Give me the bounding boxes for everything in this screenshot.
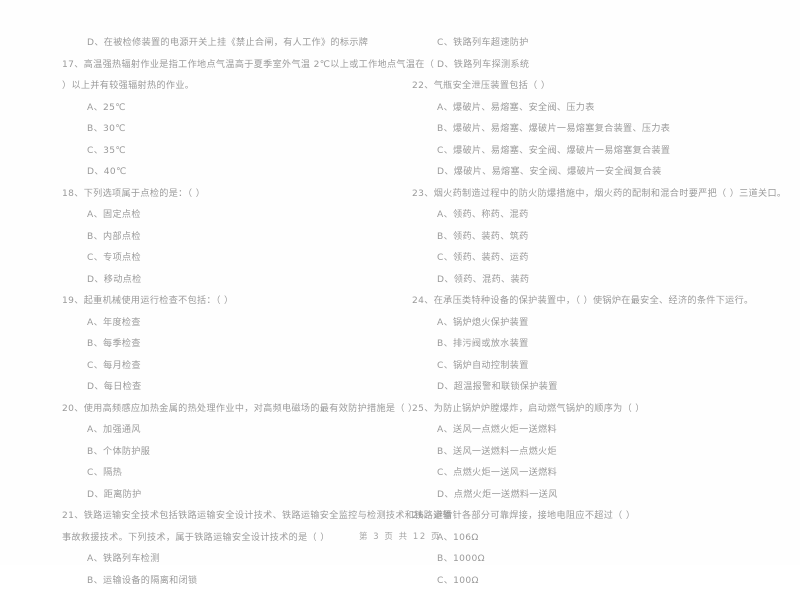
question-24-option-b: B、排污阀或放水装置 — [412, 334, 780, 356]
question-23-option-d: D、领药、混药、装药 — [412, 270, 780, 292]
left-column: D、在被检修装置的电源开关上挂《禁止合闸，有人工作》的标示牌 17、高温强热辐射… — [0, 33, 400, 513]
question-18-option-b: B、内部点检 — [62, 227, 382, 249]
question-20-option-a: A、加强通风 — [62, 420, 382, 442]
question-24-option-d: D、超温报警和联锁保护装置 — [412, 377, 780, 399]
question-17: 17、高温强热辐射作业是指工作地点气温高于夏季室外气温 2℃以上或工作地点气温在… — [62, 55, 382, 184]
question-24-option-a: A、锅炉熄火保护装置 — [412, 313, 780, 335]
question-24: 24、在承压类特种设备的保护装置中，（ ）使锅炉在最安全、经济的条件下运行。 A… — [412, 291, 780, 399]
question-26-option-b: B、1000Ω — [412, 549, 780, 571]
question-22-option-b: B、爆破片、易熔塞、爆破片一易熔塞复合装置、压力表 — [412, 119, 780, 141]
right-column: C、铁路列车超速防护 D、铁路列车探测系统 22、气瓶安全泄压装置包括（ ） A… — [400, 33, 800, 513]
question-23-option-a: A、领药、称药、混药 — [412, 205, 780, 227]
question-18-option-c: C、专项点检 — [62, 248, 382, 270]
question-20-option-d: D、距离防护 — [62, 485, 382, 507]
question-26-option-c: C、100Ω — [412, 571, 780, 592]
question-22-option-a: A、爆破片、易熔塞、安全阀、压力表 — [412, 98, 780, 120]
question-17-stem-line-2: ）以上并有较强辐射热的作业。 — [62, 76, 382, 98]
question-25: 25、为防止锅炉炉膛爆炸，启动燃气锅炉的顺序为（ ） A、送风一点燃火炬一送燃料… — [412, 399, 780, 507]
question-22-option-d: D、爆破片、易熔塞、安全阀、爆破片一安全阀复合装 — [412, 162, 780, 184]
question-25-option-c: C、点燃火炬一送风一送燃料 — [412, 463, 780, 485]
exam-page: D、在被检修装置的电源开关上挂《禁止合闸，有人工作》的标示牌 17、高温强热辐射… — [0, 0, 800, 565]
question-22: 22、气瓶安全泄压装置包括（ ） A、爆破片、易熔塞、安全阀、压力表 B、爆破片… — [412, 76, 780, 184]
question-21: 21、铁路运输安全技术包括铁路运输安全设计技术、铁路运输安全监控与检测技术和铁路… — [62, 506, 382, 592]
question-25-option-d: D、点燃火炬一送燃料一送风 — [412, 485, 780, 507]
question-20-option-c: C、隔热 — [62, 463, 382, 485]
question-18: 18、下列选项属于点检的是：（ ） A、固定点检 B、内部点检 C、专项点检 D… — [62, 184, 382, 292]
two-column-body: D、在被检修装置的电源开关上挂《禁止合闸，有人工作》的标示牌 17、高温强热辐射… — [0, 33, 800, 513]
question-23-option-c: C、领药、装药、运药 — [412, 248, 780, 270]
question-21-option-c: C、铁路列车超速防护 — [412, 33, 780, 55]
question-22-stem: 22、气瓶安全泄压装置包括（ ） — [412, 76, 780, 98]
question-22-option-c: C、爆破片、易熔塞、安全阀、爆破片一易熔塞复合装置 — [412, 141, 780, 163]
question-20-stem: 20、使用高频感应加热金属的热处理作业中，对高频电磁场的最有效防护措施是（ ） — [62, 399, 382, 421]
question-19-option-c: C、每月检查 — [62, 356, 382, 378]
question-17-stem-line-1: 17、高温强热辐射作业是指工作地点气温高于夏季室外气温 2℃以上或工作地点气温在… — [62, 55, 382, 77]
question-25-option-b: B、送风一送燃料一点燃火炬 — [412, 442, 780, 464]
question-17-option-c: C、35℃ — [62, 141, 382, 163]
question-18-option-a: A、固定点检 — [62, 205, 382, 227]
question-24-stem: 24、在承压类特种设备的保护装置中，（ ）使锅炉在最安全、经济的条件下运行。 — [412, 291, 780, 313]
question-19-option-b: B、每季检查 — [62, 334, 382, 356]
question-25-stem: 25、为防止锅炉炉膛爆炸，启动燃气锅炉的顺序为（ ） — [412, 399, 780, 421]
question-20: 20、使用高频感应加热金属的热处理作业中，对高频电磁场的最有效防护措施是（ ） … — [62, 399, 382, 507]
question-18-stem: 18、下列选项属于点检的是：（ ） — [62, 184, 382, 206]
question-17-option-b: B、30℃ — [62, 119, 382, 141]
question-23: 23、烟火药制造过程中的防火防爆措施中，烟火药的配制和混合时要严把（ ）三道关口… — [412, 184, 780, 292]
question-19-option-a: A、年度检查 — [62, 313, 382, 335]
page-footer: 第 3 页 共 12 页 — [0, 530, 800, 542]
question-23-option-b: B、领药、装药、筑药 — [412, 227, 780, 249]
question-24-option-c: C、锅炉自动控制装置 — [412, 356, 780, 378]
question-26-stem: 26、避雷针各部分可靠焊接，接地电阻应不超过（ ） — [412, 506, 780, 528]
question-21-option-b: B、运输设备的隔离和闭锁 — [62, 571, 382, 592]
question-19-stem: 19、起重机械使用运行检查不包括：（ ） — [62, 291, 382, 313]
question-18-option-d: D、移动点检 — [62, 270, 382, 292]
question-17-option-a: A、25℃ — [62, 98, 382, 120]
question-19: 19、起重机械使用运行检查不包括：（ ） A、年度检查 B、每季检查 C、每月检… — [62, 291, 382, 399]
question-23-stem: 23、烟火药制造过程中的防火防爆措施中，烟火药的配制和混合时要严把（ ）三道关口… — [412, 184, 780, 206]
question-26: 26、避雷针各部分可靠焊接，接地电阻应不超过（ ） A、106Ω B、1000Ω… — [412, 506, 780, 592]
question-17-option-d: D、40℃ — [62, 162, 382, 184]
question-25-option-a: A、送风一点燃火炬一送燃料 — [412, 420, 780, 442]
question-20-option-b: B、个体防护服 — [62, 442, 382, 464]
question-21-option-d: D、铁路列车探测系统 — [412, 55, 780, 77]
question-19-option-d: D、每日检查 — [62, 377, 382, 399]
carryover-option-d: D、在被检修装置的电源开关上挂《禁止合闸，有人工作》的标示牌 — [62, 33, 382, 55]
question-21-stem-line-1: 21、铁路运输安全技术包括铁路运输安全设计技术、铁路运输安全监控与检测技术和铁路… — [62, 506, 382, 528]
question-21-option-a: A、铁路列车检测 — [62, 549, 382, 571]
